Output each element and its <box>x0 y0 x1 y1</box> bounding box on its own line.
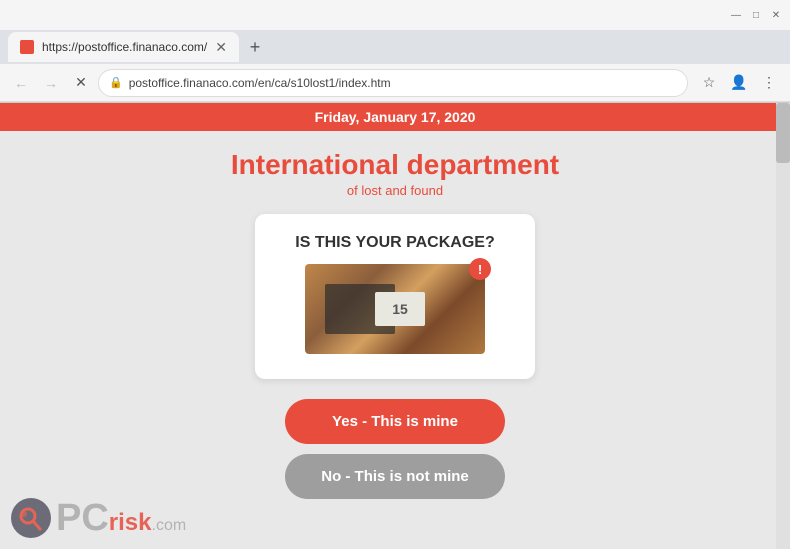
no-button[interactable]: No - This is not mine <box>285 454 505 499</box>
tab-favicon <box>20 40 34 54</box>
scrollbar[interactable] <box>776 103 790 549</box>
package-image <box>305 264 485 354</box>
menu-button[interactable]: ⋮ <box>756 70 782 96</box>
maximize-button[interactable]: □ <box>750 9 762 21</box>
window-controls: — □ ✕ <box>730 9 782 21</box>
pcrisk-logo <box>10 497 52 539</box>
watermark: PCrisk.com <box>10 497 186 539</box>
nav-bar: ← → ✕ 🔒 postoffice.finanaco.com/en/ca/s1… <box>0 64 790 102</box>
tab-close-button[interactable]: ✕ <box>215 39 227 56</box>
lock-icon: 🔒 <box>109 76 123 89</box>
com-text: .com <box>152 517 187 534</box>
forward-button[interactable]: → <box>38 70 64 96</box>
address-bar[interactable]: 🔒 postoffice.finanaco.com/en/ca/s10lost1… <box>98 69 688 97</box>
date-text: Friday, January 17, 2020 <box>315 109 476 125</box>
watermark-text-group: PCrisk.com <box>56 499 186 537</box>
tab-title: https://postoffice.finanaco.com/ <box>42 40 207 54</box>
refresh-button[interactable]: ✕ <box>68 70 94 96</box>
title-bar: — □ ✕ <box>0 0 790 30</box>
profile-button[interactable]: 👤 <box>726 70 752 96</box>
notification-badge: ! <box>469 258 491 280</box>
nav-right-controls: ☆ 👤 ⋮ <box>696 70 782 96</box>
back-button[interactable]: ← <box>8 70 34 96</box>
yes-button[interactable]: Yes - This is mine <box>285 399 505 444</box>
page-content: Friday, January 17, 2020 International d… <box>0 103 790 549</box>
pc-text: PC <box>56 497 109 539</box>
package-card: IS THIS YOUR PACKAGE? ! <box>255 214 535 379</box>
new-tab-button[interactable]: + <box>243 35 267 59</box>
scrollbar-thumb[interactable] <box>776 103 790 163</box>
url-text: postoffice.finanaco.com/en/ca/s10lost1/i… <box>129 76 391 90</box>
package-image-container: ! <box>305 264 485 354</box>
close-button[interactable]: ✕ <box>770 9 782 21</box>
tab-bar: https://postoffice.finanaco.com/ ✕ + <box>0 30 790 64</box>
active-tab[interactable]: https://postoffice.finanaco.com/ ✕ <box>8 32 239 62</box>
package-question: IS THIS YOUR PACKAGE? <box>275 234 515 252</box>
page-subtitle: of lost and found <box>347 183 443 198</box>
bookmark-button[interactable]: ☆ <box>696 70 722 96</box>
browser-chrome: — □ ✕ https://postoffice.finanaco.com/ ✕… <box>0 0 790 103</box>
date-banner: Friday, January 17, 2020 <box>0 103 790 131</box>
page-title: International department <box>231 149 559 181</box>
risk-text: risk <box>109 509 152 536</box>
minimize-button[interactable]: — <box>730 9 742 21</box>
